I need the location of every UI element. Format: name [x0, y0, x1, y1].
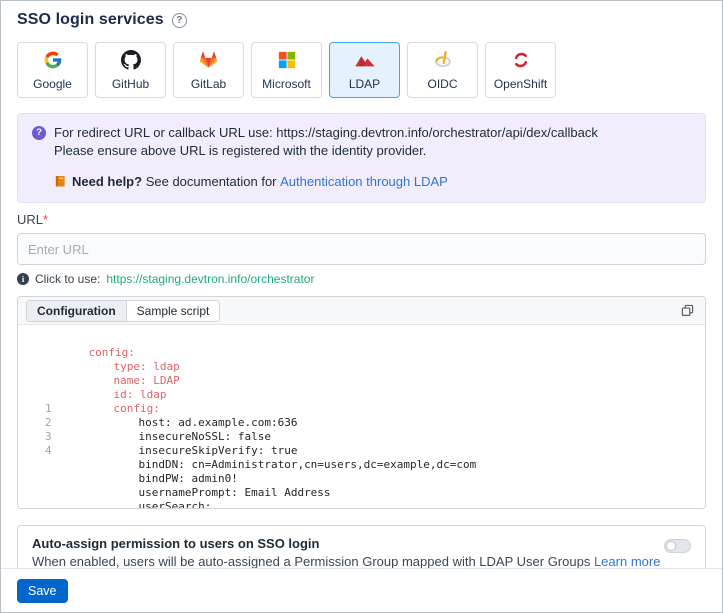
code-line: userSearch: [18, 486, 705, 500]
url-input[interactable] [17, 233, 706, 265]
code-text: userSearch: [89, 500, 212, 509]
gitlab-logo-icon [198, 50, 219, 70]
provider-card-gitlab[interactable]: GitLab [173, 42, 244, 98]
provider-card-google[interactable]: Google [17, 42, 88, 98]
banner-line1: For redirect URL or callback URL use: ht… [54, 124, 598, 142]
code-line: usernamePrompt: Email Address [18, 472, 705, 486]
required-asterisk: * [43, 212, 48, 227]
help-icon[interactable]: ? [172, 13, 187, 28]
info-icon: i [17, 273, 29, 285]
page-header: SSO login services ? [17, 11, 706, 29]
auto-assign-toggle[interactable] [664, 539, 691, 553]
provider-label: OpenShift [494, 77, 547, 91]
line-number: 3 [45, 430, 52, 444]
provider-card-openshift[interactable]: OpenShift [485, 42, 556, 98]
configuration-editor-card: ConfigurationSample script config: type:… [17, 296, 706, 509]
provider-card-oidc[interactable]: OIDC [407, 42, 478, 98]
click-to-use-label: Click to use: [35, 272, 100, 286]
github-logo-icon [121, 50, 141, 70]
provider-label: LDAP [349, 77, 380, 91]
provider-label: Microsoft [262, 77, 311, 91]
ldap-logo-icon [354, 50, 376, 70]
line-number: 2 [45, 416, 52, 430]
footer-bar: Save [1, 568, 722, 612]
save-button[interactable]: Save [17, 579, 68, 603]
code-line: 1host: ad.example.com:636 [18, 402, 705, 416]
editor-toolbar: ConfigurationSample script [18, 297, 705, 325]
code-line: 2insecureNoSSL: false [18, 416, 705, 430]
provider-label: GitHub [112, 77, 149, 91]
info-banner: ? For redirect URL or callback URL use: … [17, 113, 706, 203]
code-line: name: LDAP [18, 360, 705, 374]
code-line: id: ldap [18, 374, 705, 388]
provider-label: Google [33, 77, 72, 91]
need-help-label: Need help? See documentation for Authent… [72, 173, 448, 190]
provider-card-github[interactable]: GitHub [95, 42, 166, 98]
learn-more-link[interactable]: Learn more [594, 554, 660, 569]
line-number: 4 [45, 444, 52, 458]
openshift-logo-icon [511, 50, 531, 70]
provider-card-ldap[interactable]: LDAP [329, 42, 400, 98]
code-line: config: [18, 388, 705, 402]
toggle-knob [666, 541, 676, 551]
url-field-label: URL* [17, 212, 706, 227]
tab-configuration[interactable]: Configuration [27, 301, 126, 321]
auto-assign-title: Auto-assign permission to users on SSO l… [32, 535, 660, 553]
code-editor[interactable]: config: type: ldap name: LDAP id: ldap c… [18, 325, 705, 508]
ldap-docs-link[interactable]: Authentication through LDAP [280, 174, 448, 189]
provider-card-microsoft[interactable]: Microsoft [251, 42, 322, 98]
tab-sample-script[interactable]: Sample script [126, 301, 220, 321]
code-line: type: ldap [18, 346, 705, 360]
copy-icon[interactable] [679, 303, 695, 319]
page-title: SSO login services [17, 11, 164, 29]
microsoft-logo-icon [278, 50, 296, 70]
question-circle-icon: ? [32, 126, 46, 140]
code-line: 4bindDN: cn=Administrator,cn=users,dc=ex… [18, 444, 705, 458]
line-number: 1 [45, 402, 52, 416]
book-icon [54, 175, 67, 188]
sso-login-services-page: SSO login services ? Google GitHub GitLa… [0, 0, 723, 613]
suggested-url-link[interactable]: https://staging.devtron.info/orchestrato… [106, 272, 314, 286]
oidc-logo-icon [433, 50, 453, 70]
google-logo-icon [43, 50, 63, 70]
code-line: 3insecureSkipVerify: true [18, 430, 705, 444]
provider-cards: Google GitHub GitLab Microsoft LDAP OIDC [17, 42, 706, 98]
banner-line2: Please ensure above URL is registered wi… [54, 142, 598, 160]
code-line: bindPW: admin0! [18, 458, 705, 472]
provider-label: OIDC [428, 77, 458, 91]
provider-label: GitLab [191, 77, 226, 91]
code-line: config: [18, 332, 705, 346]
editor-tabs: ConfigurationSample script [26, 300, 220, 322]
